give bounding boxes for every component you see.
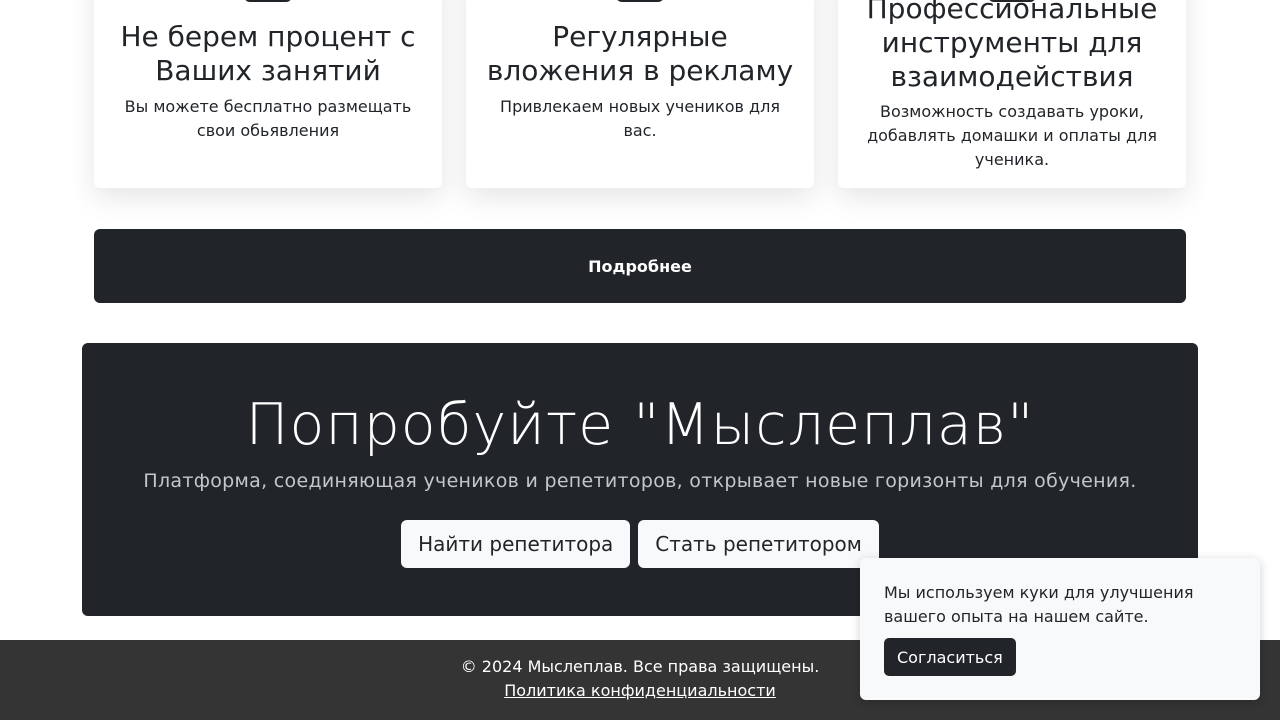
feature-title: Регулярные вложения в рекламу bbox=[486, 20, 794, 87]
feature-title: Профессиональные инструменты для взаимод… bbox=[866, 0, 1158, 93]
cta-subtitle: Платформа, соединяющая учеников и репети… bbox=[143, 470, 1137, 492]
cta-title: Попробуйте "Мыслеплав" bbox=[245, 392, 1035, 458]
feature-icon bbox=[616, 0, 664, 2]
accept-cookies-button[interactable]: Согласиться bbox=[884, 638, 1016, 676]
feature-icon bbox=[244, 0, 292, 2]
feature-card-advertising: Регулярные вложения в рекламу Привлекаем… bbox=[466, 0, 814, 188]
feature-card-no-commission: Не берем процент с Ваших занятий Вы може… bbox=[94, 0, 442, 188]
feature-text: Возможность создавать уроки, добавлять д… bbox=[867, 102, 1157, 169]
feature-title: Не берем процент с Ваших занятий bbox=[120, 20, 416, 87]
privacy-policy-link[interactable]: Политика конфиденциальности bbox=[504, 681, 776, 700]
become-tutor-button[interactable]: Стать репетитором bbox=[638, 520, 879, 568]
cookie-text: Мы используем куки для улучшения вашего … bbox=[884, 583, 1194, 626]
cookie-banner: Мы используем куки для улучшения вашего … bbox=[860, 558, 1260, 700]
page: Не берем процент с Ваших занятий Вы може… bbox=[0, 0, 1280, 720]
feature-text: Привлекаем новых учеников для вас. bbox=[500, 97, 780, 140]
features-section: Не берем процент с Ваших занятий Вы може… bbox=[94, 0, 1186, 188]
more-button[interactable]: Подробнее bbox=[94, 229, 1186, 303]
feature-card-tools: Профессиональные инструменты для взаимод… bbox=[838, 0, 1186, 188]
feature-text: Вы можете бесплатно размещать свои обьяв… bbox=[124, 97, 412, 140]
find-tutor-button[interactable]: Найти репетитора bbox=[401, 520, 631, 568]
